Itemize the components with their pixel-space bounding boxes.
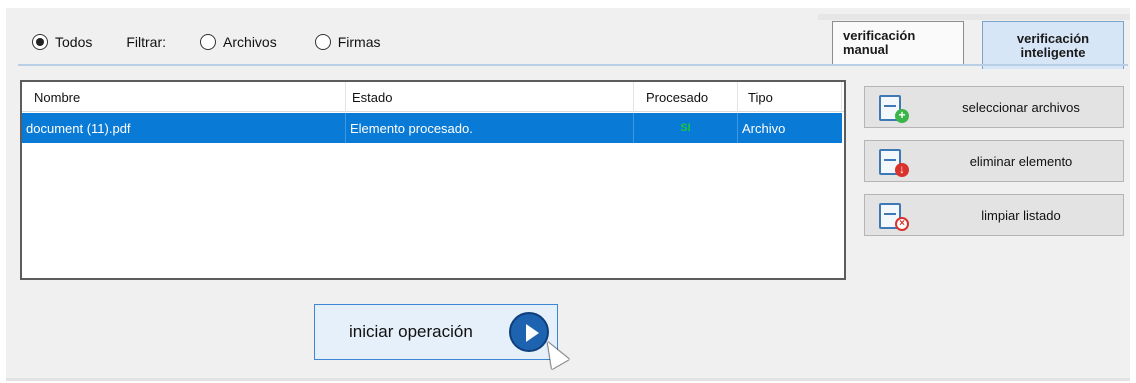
column-header-procesado-label: Procesado bbox=[646, 89, 709, 105]
filter-label: Filtrar: bbox=[126, 34, 167, 50]
radio-todos[interactable]: Todos bbox=[32, 34, 92, 50]
tab-manual-line2: manual bbox=[843, 42, 889, 57]
radio-firmas[interactable]: Firmas bbox=[314, 34, 381, 50]
header-separator bbox=[18, 64, 1128, 66]
radio-archivos-indicator[interactable] bbox=[200, 34, 217, 50]
verification-tabs: verificación manual verificación intelig… bbox=[818, 14, 1130, 69]
column-header-procesado[interactable]: Procesado bbox=[634, 82, 738, 112]
column-header-nombre-label: Nombre bbox=[34, 89, 81, 105]
tab-manual-line1: verificación bbox=[843, 28, 916, 43]
radio-firmas-label: Firmas bbox=[337, 34, 381, 50]
radio-firmas-indicator[interactable] bbox=[314, 34, 331, 50]
start-operation-button[interactable]: iniciar operación bbox=[314, 304, 558, 360]
clear-list-label: limpiar listado bbox=[981, 207, 1061, 223]
tab-intelligent-line1: verificación bbox=[1016, 30, 1090, 46]
delete-badge-icon: ↓ bbox=[895, 163, 909, 177]
list-header: Nombre Estado Procesado Tipo bbox=[22, 82, 844, 112]
select-files-label: seleccionar archivos bbox=[962, 99, 1080, 115]
cell-procesado: SI bbox=[634, 113, 738, 143]
radio-todos-label: Todos bbox=[55, 34, 93, 50]
cell-procesado-value: SI bbox=[680, 122, 691, 134]
add-badge-icon: + bbox=[895, 109, 909, 123]
file-list[interactable]: Nombre Estado Procesado Tipo document (1… bbox=[20, 80, 846, 280]
tab-verificacion-inteligente[interactable]: verificación inteligente bbox=[982, 21, 1124, 69]
radio-archivos-label: Archivos bbox=[223, 34, 277, 50]
column-header-tipo-label: Tipo bbox=[748, 89, 773, 105]
column-header-estado[interactable]: Estado bbox=[346, 82, 634, 112]
column-header-tipo[interactable]: Tipo bbox=[738, 82, 842, 112]
clear-badge-icon: × bbox=[895, 217, 909, 231]
radio-archivos[interactable]: Archivos bbox=[200, 34, 277, 50]
radio-todos-indicator[interactable] bbox=[32, 34, 48, 50]
cell-tipo: Archivo bbox=[738, 113, 842, 143]
start-operation-label: iniciar operación bbox=[349, 322, 473, 341]
filter-row: Todos Filtrar: Archivos Firmas bbox=[32, 30, 381, 54]
tab-strip bbox=[818, 14, 1130, 20]
column-header-nombre[interactable]: Nombre bbox=[22, 82, 346, 112]
tab-intelligent-line2: inteligente bbox=[1020, 44, 1086, 60]
cell-nombre: document (11).pdf bbox=[22, 113, 346, 143]
table-row[interactable]: document (11).pdf Elemento procesado. SI… bbox=[22, 113, 842, 143]
tab-verificacion-manual[interactable]: verificación manual bbox=[832, 21, 964, 64]
clear-list-button[interactable]: × limpiar listado bbox=[864, 194, 1124, 236]
cell-nombre-value: document (11).pdf bbox=[26, 120, 131, 136]
column-header-estado-label: Estado bbox=[352, 89, 393, 105]
select-files-button[interactable]: + seleccionar archivos bbox=[864, 86, 1124, 128]
delete-item-label: eliminar elemento bbox=[969, 153, 1073, 169]
cell-estado: Elemento procesado. bbox=[346, 113, 634, 143]
cell-tipo-value: Archivo bbox=[742, 120, 786, 136]
delete-item-button[interactable]: ↓ eliminar elemento bbox=[864, 140, 1124, 182]
cell-estado-value: Elemento procesado. bbox=[350, 120, 473, 136]
panel-bottom-border bbox=[6, 378, 1130, 381]
